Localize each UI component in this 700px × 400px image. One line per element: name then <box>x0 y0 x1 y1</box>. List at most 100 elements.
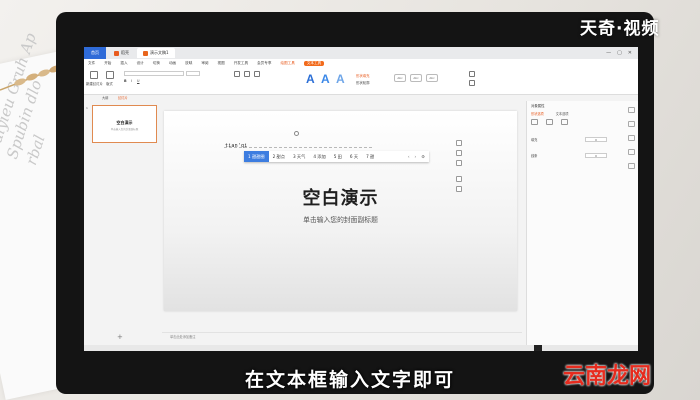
font-size-select[interactable] <box>186 71 200 76</box>
thumb-subtitle: 单击输入您的封面副标题 <box>110 128 139 131</box>
italic-icon[interactable]: I <box>131 79 132 83</box>
bold-icon[interactable]: B <box>124 79 127 83</box>
quick-tool-icon[interactable] <box>456 186 462 192</box>
new-slide-label: 新建幻灯片 <box>86 82 103 86</box>
quick-tool-icon[interactable] <box>456 140 462 146</box>
shape-style-2[interactable]: Abc <box>410 74 422 82</box>
slide-thumbnail[interactable]: 空白演示 单击输入您的封面副标题 <box>92 105 157 143</box>
menu-design[interactable]: 设计 <box>137 61 144 66</box>
menu-home[interactable]: 开始 <box>104 61 111 66</box>
ime-candidate[interactable]: 6 天 <box>346 151 362 162</box>
tab-home[interactable]: 首页 <box>84 47 106 59</box>
presentation-icon <box>143 50 148 56</box>
tab-docer[interactable]: 稻壳 <box>108 48 135 58</box>
window-controls: — ▢ ✕ <box>606 50 638 56</box>
ime-candidate[interactable]: 3 天气 <box>289 151 309 162</box>
panel-tabs: 形状选项 文本选项 <box>531 111 569 116</box>
slide-title[interactable]: 空白演示 <box>164 184 517 210</box>
ime-pinyin: tian'qi <box>225 143 248 149</box>
text-style-a-pale[interactable]: A <box>336 72 345 86</box>
text-style-a-light[interactable]: A <box>321 72 330 86</box>
tab-document[interactable]: 演示文稿1 <box>137 48 175 58</box>
slide-canvas[interactable]: 空白演示 单击输入您的封面副标题 <box>164 111 517 311</box>
font-select[interactable] <box>124 71 184 76</box>
shape-fill-label[interactable]: 形状填充 <box>356 73 370 78</box>
ime-candidate[interactable]: 4 添加 <box>309 151 329 162</box>
menu-member[interactable]: 会员专享 <box>257 61 271 66</box>
shape-outline-label[interactable]: 形状轮廓 <box>356 80 370 85</box>
row-line-label[interactable]: 线条 <box>531 153 537 158</box>
brand-logo: 云南龙网 <box>563 364 652 389</box>
watermark: 天奇·视频 <box>580 19 660 39</box>
text-style-a-blue[interactable]: A <box>306 72 315 86</box>
tab-shape-options[interactable]: 形状选项 <box>531 111 544 116</box>
menu-review[interactable]: 审阅 <box>201 61 208 66</box>
quick-tool-icon[interactable] <box>456 150 462 156</box>
line-field[interactable]: 0 <box>585 153 607 158</box>
minimize-icon[interactable]: — <box>606 50 611 56</box>
close-icon[interactable]: ✕ <box>628 50 632 56</box>
menu-insert[interactable]: 插入 <box>120 61 127 66</box>
menu-text-tools[interactable]: 文本工具 <box>303 60 325 66</box>
thumbnail-pane: 1 空白演示 单击输入您的封面副标题 + <box>84 101 162 345</box>
group-icon[interactable] <box>469 80 475 86</box>
tab-outline[interactable]: 大纲 <box>102 95 108 100</box>
ime-candidate[interactable]: 5 田 <box>330 151 346 162</box>
quick-tool-icon[interactable] <box>456 160 462 166</box>
menu-drawing-tools[interactable]: 绘图工具 <box>280 61 294 66</box>
docer-icon <box>114 50 119 56</box>
ime-candidate[interactable]: 2 甜点 <box>269 151 289 162</box>
quick-tool-icon[interactable] <box>456 176 462 182</box>
align-left-icon[interactable] <box>234 71 240 77</box>
ime-candidate[interactable]: 1 甜甜圈 <box>244 151 269 162</box>
arrange-icon[interactable] <box>469 71 475 77</box>
tab-document-label: 演示文稿1 <box>150 50 169 55</box>
align-center-icon[interactable] <box>244 71 250 77</box>
menu-file[interactable]: 文件 <box>88 61 95 66</box>
tab-bar: 首页 稻壳 演示文稿1 — ▢ ✕ <box>84 47 638 59</box>
tab-docer-label: 稻壳 <box>121 50 129 55</box>
side-tool-icon[interactable] <box>628 149 635 155</box>
size-icon[interactable] <box>561 119 568 125</box>
slide-subtitle[interactable]: 单击输入您的封面副标题 <box>164 214 517 224</box>
tab-slides[interactable]: 幻灯片 <box>118 95 128 100</box>
panel-title: 对象属性 <box>531 104 545 108</box>
shape-style-3[interactable]: Abc <box>426 74 438 82</box>
effect-icon[interactable] <box>546 119 553 125</box>
thumb-number: 1 <box>86 106 88 110</box>
quick-tools <box>456 140 464 290</box>
menu-transition[interactable]: 切换 <box>153 61 160 66</box>
ime-candidate-bar: 1 甜甜圈 2 甜点 3 天气 4 添加 5 田 6 天 7 甜 ‹ › ⚙ <box>244 151 429 162</box>
menu-developer[interactable]: 开发工具 <box>234 61 248 66</box>
row-fill-label[interactable]: 填充 <box>531 137 537 142</box>
align-right-icon[interactable] <box>254 71 260 77</box>
shape-style-1[interactable]: Abc <box>394 74 406 82</box>
side-tool-icon[interactable] <box>628 163 635 169</box>
fill-field[interactable]: 0 <box>585 137 607 142</box>
fill-line-icon[interactable] <box>531 119 538 125</box>
chevron-right-icon[interactable]: › <box>415 154 417 159</box>
underline-icon[interactable]: U <box>137 79 139 83</box>
layout-icon[interactable] <box>106 71 114 79</box>
maximize-icon[interactable]: ▢ <box>617 50 622 56</box>
rotate-handle[interactable] <box>294 131 299 136</box>
status-bar <box>84 345 638 351</box>
side-tool-icon[interactable] <box>628 107 635 113</box>
menu-view[interactable]: 视图 <box>218 61 225 66</box>
side-tool-icon[interactable] <box>628 135 635 141</box>
layout-label: 版式 <box>106 82 113 86</box>
ribbon: 新建幻灯片 版式 B I U A A A 形状填充 形状轮廓 Abc Abc A… <box>84 67 638 95</box>
settings-icon[interactable]: ⚙ <box>421 154 425 159</box>
new-slide-icon[interactable] <box>90 71 98 79</box>
menu-slideshow[interactable]: 放映 <box>185 61 192 66</box>
notes-pane[interactable]: 单击此处添加备注 <box>162 332 522 340</box>
zoom-button[interactable] <box>534 345 542 351</box>
menu-animation[interactable]: 动画 <box>169 61 176 66</box>
add-slide-button[interactable]: + <box>117 333 123 341</box>
properties-panel: 对象属性 形状选项 文本选项 填充 0 线条 0 <box>526 101 638 345</box>
ime-candidate[interactable]: 7 甜 <box>362 151 378 162</box>
chevron-left-icon[interactable]: ‹ <box>408 154 410 159</box>
thumb-title: 空白演示 <box>116 120 133 125</box>
side-tool-icon[interactable] <box>628 121 635 127</box>
tab-text-options[interactable]: 文本选项 <box>556 111 569 116</box>
